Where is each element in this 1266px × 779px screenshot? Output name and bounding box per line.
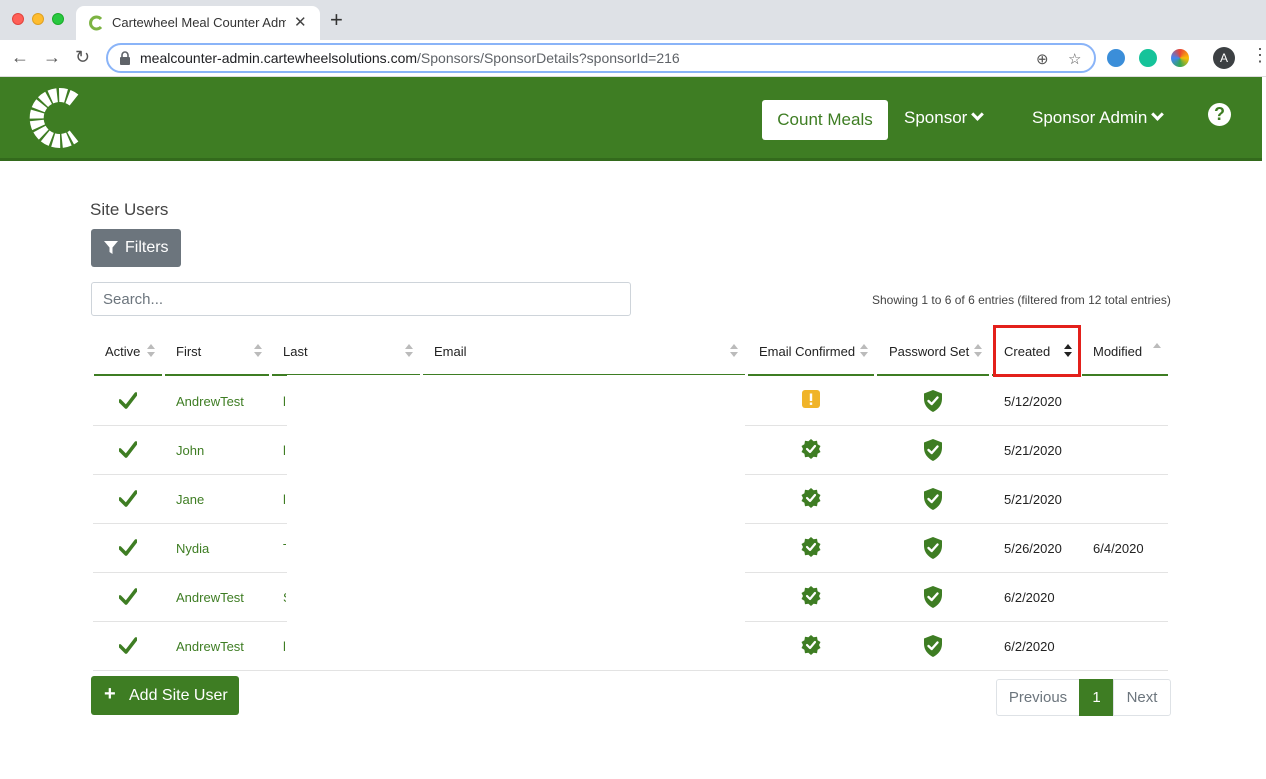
page-1-button[interactable]: 1 <box>1079 679 1114 716</box>
last-name-link[interactable]: l <box>283 639 286 654</box>
sort-icon <box>974 344 982 358</box>
sponsor-admin-menu[interactable]: Sponsor Admin <box>1032 108 1165 128</box>
column-header-first[interactable]: First <box>165 326 269 376</box>
verified-badge-icon <box>801 635 821 655</box>
modified-date: 6/4/2020 <box>1093 541 1144 556</box>
bookmark-star-icon[interactable]: ☆ <box>1068 50 1081 68</box>
first-name-link[interactable]: John <box>176 443 204 458</box>
active-check-icon <box>118 635 138 655</box>
previous-page-button[interactable]: Previous <box>996 679 1080 716</box>
active-check-icon <box>118 439 138 459</box>
last-name-link[interactable]: l <box>283 394 286 409</box>
sort-icon <box>254 344 262 358</box>
cartewheel-logo-icon[interactable] <box>28 88 82 148</box>
created-date: 5/21/2020 <box>1004 443 1062 458</box>
shield-check-icon <box>923 488 943 510</box>
first-name-link[interactable]: AndrewTest <box>176 639 244 654</box>
browser-menu-icon[interactable]: ⋮ <box>1251 46 1266 64</box>
profile-avatar[interactable]: A <box>1213 47 1235 69</box>
shield-check-icon <box>923 439 943 461</box>
color-picker-extension-icon[interactable] <box>1171 49 1189 67</box>
page-title: Site Users <box>90 200 169 219</box>
active-check-icon <box>118 390 138 410</box>
tab-close-icon[interactable]: ✕ <box>294 13 307 31</box>
reload-icon[interactable]: ↻ <box>75 47 90 68</box>
sort-icon <box>405 344 413 358</box>
first-name-link[interactable]: Jane <box>176 492 204 507</box>
help-icon[interactable]: ? <box>1208 103 1231 126</box>
shield-check-icon <box>923 537 943 559</box>
browser-tab[interactable]: Cartewheel Meal Counter Admin ✕ <box>76 6 320 40</box>
filters-button[interactable]: Filters <box>91 229 181 267</box>
column-header-modified[interactable]: Modified <box>1082 326 1168 376</box>
column-header-email-confirmed[interactable]: Email Confirmed <box>748 326 874 376</box>
address-bar[interactable]: mealcounter-admin.cartewheelsolutions.co… <box>106 43 1096 73</box>
redacted-area <box>287 375 745 650</box>
verified-badge-icon <box>801 586 821 606</box>
maximize-window-button[interactable] <box>52 13 64 25</box>
tab-title: Cartewheel Meal Counter Admin <box>112 15 286 30</box>
browser-tab-bar: Cartewheel Meal Counter Admin ✕ + <box>0 0 1266 40</box>
chevron-down-icon <box>971 108 985 121</box>
sponsor-menu[interactable]: Sponsor <box>904 108 985 128</box>
app-header: Count Meals Sponsor Sponsor Admin ? <box>0 77 1262 161</box>
created-date: 5/26/2020 <box>1004 541 1062 556</box>
url-text: mealcounter-admin.cartewheelsolutions.co… <box>140 50 680 66</box>
first-name-link[interactable]: AndrewTest <box>176 590 244 605</box>
new-tab-button[interactable]: + <box>330 9 343 31</box>
count-meals-button[interactable]: Count Meals <box>762 100 888 140</box>
column-header-password-set[interactable]: Password Set <box>877 326 989 376</box>
verified-badge-icon <box>801 488 821 508</box>
last-name-link[interactable]: T <box>283 541 286 556</box>
created-date: 6/2/2020 <box>1004 590 1055 605</box>
warning-icon <box>802 390 822 410</box>
created-date: 6/2/2020 <box>1004 639 1055 654</box>
next-page-button[interactable]: Next <box>1113 679 1171 716</box>
column-header-email[interactable]: Email <box>423 326 745 376</box>
chevron-down-icon <box>1151 108 1165 121</box>
forward-arrow-icon[interactable]: → <box>43 47 61 68</box>
filter-icon <box>104 241 118 254</box>
active-check-icon <box>118 537 138 557</box>
created-column-highlight <box>993 325 1081 377</box>
back-arrow-icon[interactable]: ← <box>11 47 29 68</box>
extension-icon[interactable] <box>1107 49 1125 67</box>
verified-badge-icon <box>801 439 821 459</box>
browser-toolbar: ← → ↻ mealcounter-admin.cartewheelsoluti… <box>0 40 1266 77</box>
shield-check-icon <box>923 635 943 657</box>
last-name-link[interactable]: S <box>283 590 286 605</box>
last-name-link[interactable]: l <box>283 492 286 507</box>
add-site-user-button[interactable]: + Add Site User <box>91 676 239 715</box>
shield-check-icon <box>923 586 943 608</box>
shield-check-icon <box>923 390 943 412</box>
sort-icon <box>1153 343 1161 357</box>
grammarly-icon[interactable] <box>1139 49 1157 67</box>
zoom-icon[interactable]: ⊕ <box>1036 50 1049 68</box>
search-input[interactable] <box>91 282 631 316</box>
column-header-active[interactable]: Active <box>94 326 162 376</box>
minimize-window-button[interactable] <box>32 13 44 25</box>
first-name-link[interactable]: Nydia <box>176 541 209 556</box>
last-name-link[interactable]: l <box>283 443 286 458</box>
first-name-link[interactable]: AndrewTest <box>176 394 244 409</box>
lock-icon <box>120 51 130 65</box>
sort-icon <box>730 344 738 358</box>
created-date: 5/12/2020 <box>1004 394 1062 409</box>
cartewheel-favicon-icon <box>89 15 103 31</box>
plus-icon: + <box>104 683 116 705</box>
sort-icon <box>147 344 155 358</box>
column-header-last[interactable]: Last <box>272 326 420 376</box>
sort-icon <box>860 344 868 358</box>
verified-badge-icon <box>801 537 821 557</box>
active-check-icon <box>118 586 138 606</box>
active-check-icon <box>118 488 138 508</box>
close-window-button[interactable] <box>12 13 24 25</box>
entries-info: Showing 1 to 6 of 6 entries (filtered fr… <box>872 293 1171 307</box>
created-date: 5/21/2020 <box>1004 492 1062 507</box>
